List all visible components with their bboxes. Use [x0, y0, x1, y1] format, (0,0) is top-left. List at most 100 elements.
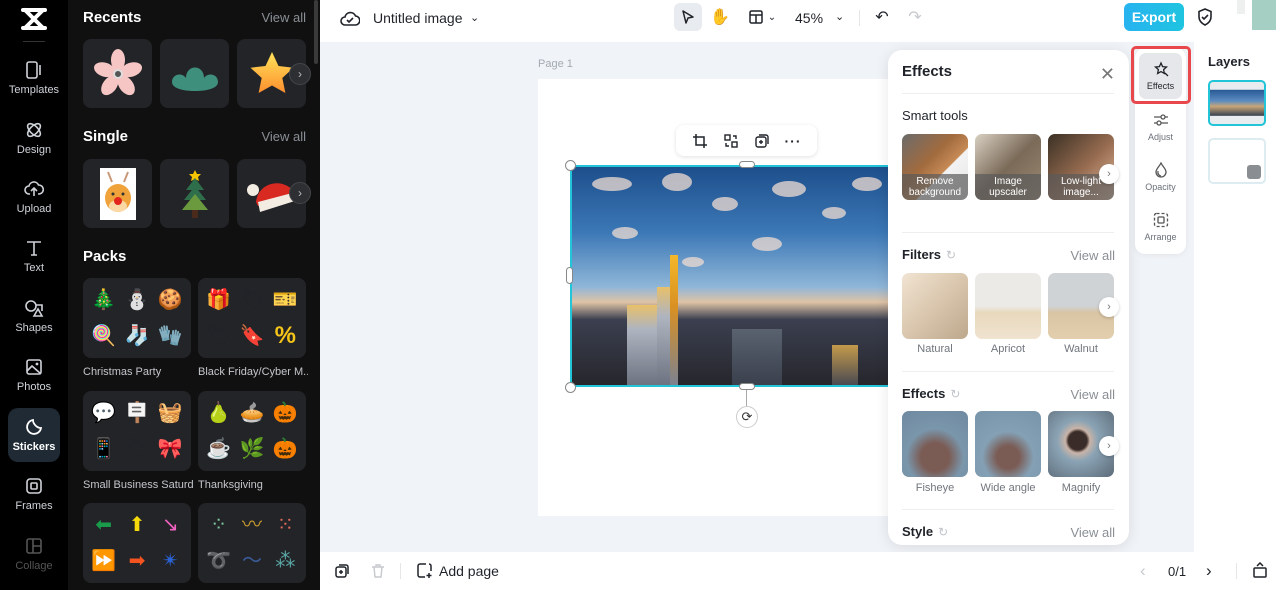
page-manager-button[interactable] [1252, 562, 1268, 578]
pack-glyph: 🎄 [91, 289, 117, 311]
filters-title: Filters ↻ [902, 247, 956, 262]
more-options-icon[interactable]: ··· [785, 133, 802, 149]
rotate-icon: ⟳ [741, 409, 753, 424]
tool-opacity[interactable]: Opacity [1139, 154, 1182, 200]
next-page-button[interactable]: › [1206, 561, 1212, 581]
shield-button[interactable] [1196, 8, 1214, 26]
layout-button[interactable]: ⌄ [744, 6, 780, 28]
pack-thanksgiving[interactable]: 🍐 🥧 🎃 ☕ 🌿 🎃 [198, 391, 306, 471]
zoom-level[interactable]: 45% [795, 10, 823, 26]
filter-apricot[interactable] [975, 273, 1041, 339]
sticker-flower[interactable] [83, 39, 152, 108]
resize-handle-bottom[interactable] [739, 383, 755, 390]
sticker-bush[interactable] [160, 39, 229, 108]
recents-next-button[interactable]: › [289, 63, 311, 85]
smart-tools-next-button[interactable]: › [1099, 164, 1119, 184]
tool-adjust[interactable]: Adjust [1139, 104, 1182, 150]
pack-arrows[interactable]: ⬅ ⬆ ↘ ⏩ ➡ ✴ [83, 503, 191, 583]
reset-icon[interactable]: ↻ [938, 525, 948, 539]
recents-view-all[interactable]: View all [261, 10, 306, 25]
selected-image[interactable] [570, 165, 900, 387]
smart-tool-image-upscaler[interactable]: Image upscaler [975, 134, 1041, 200]
title-dropdown-icon[interactable]: ⌄ [470, 11, 479, 24]
sticker-christmas-tree[interactable] [160, 159, 229, 228]
layer-background[interactable] [1208, 138, 1266, 184]
single-view-all[interactable]: View all [261, 129, 306, 144]
close-icon[interactable]: ✕ [1100, 64, 1115, 85]
rail-item-stickers[interactable]: Stickers [8, 408, 60, 462]
stickers-icon [26, 418, 43, 435]
filter-natural[interactable] [902, 273, 968, 339]
duplicate-page-icon [335, 564, 349, 578]
single-next-button[interactable]: › [289, 182, 311, 204]
redo-icon: ↷ [908, 9, 922, 26]
rail-label: Stickers [12, 441, 56, 453]
export-button[interactable]: Export [1124, 3, 1184, 31]
filters-view-all[interactable]: View all [1070, 248, 1115, 263]
zoom-dropdown-icon[interactable]: ⌄ [835, 10, 844, 23]
document-title[interactable]: Untitled image [373, 10, 463, 26]
pack-christmas-party[interactable]: 🎄 ⛄ 🍪 🍭 🧦 🧤 [83, 278, 191, 358]
select-tool-button[interactable] [674, 3, 702, 31]
layers-title: Layers [1208, 54, 1250, 69]
effect-label: Fisheye [915, 482, 955, 494]
filter-label: Apricot [990, 343, 1026, 355]
pack-black-friday[interactable]: 🎁 🏷 🎫 🏷 🔖 % [198, 278, 306, 358]
page-label: Page 1 [538, 58, 573, 70]
pack-glyph: 🍪 [157, 289, 183, 311]
pack-glyph: 〜 [241, 550, 262, 572]
hand-tool-button[interactable]: ✋ [709, 6, 731, 28]
crop-icon[interactable] [692, 133, 708, 149]
filters-next-button[interactable]: › [1099, 297, 1119, 317]
redo-button[interactable]: ↷ [905, 7, 925, 27]
filter-label: Natural [917, 343, 953, 355]
smart-tool-remove-background[interactable]: Remove background [902, 134, 968, 200]
rail-item-design[interactable]: Design [8, 112, 60, 164]
rail-item-templates[interactable]: Templates [8, 52, 60, 104]
resize-handle-bottom-left[interactable] [565, 382, 576, 393]
add-page-icon [417, 563, 432, 578]
reset-icon[interactable]: ↻ [946, 248, 956, 262]
tool-arrange[interactable]: Arrange [1139, 204, 1182, 250]
rail-item-upload[interactable]: Upload [8, 171, 60, 223]
add-page-button[interactable]: Add page [416, 562, 499, 579]
capcut-logo[interactable] [20, 6, 48, 32]
pack-small-business-saturday[interactable]: 💬 🪧 🧺 📱 🏷 🎀 [83, 391, 191, 471]
resize-handle-top[interactable] [739, 161, 755, 168]
style-view-all[interactable]: View all [1070, 525, 1115, 540]
templates-icon [26, 61, 41, 79]
duplicate-icon[interactable] [754, 133, 770, 149]
pack-glyph: ⛄ [124, 289, 150, 311]
effects-label: Effects [902, 386, 946, 401]
rotate-handle[interactable]: ⟳ [736, 406, 758, 428]
undo-button[interactable]: ↶ [872, 7, 892, 27]
prev-page-button[interactable]: ‹ [1140, 561, 1146, 581]
layer-image[interactable] [1208, 80, 1266, 126]
rail-item-text[interactable]: Text [8, 230, 60, 282]
panel-scrollbar[interactable] [314, 0, 318, 64]
effect-wide-angle[interactable] [975, 411, 1041, 477]
avatar[interactable] [1252, 0, 1276, 30]
resize-handle-top-left[interactable] [565, 160, 576, 171]
pack-glyph: 📱 [91, 438, 117, 460]
effect-fisheye[interactable] [902, 411, 968, 477]
rail-item-photos[interactable]: Photos [8, 349, 60, 401]
divider [902, 232, 1114, 233]
rail-item-frames[interactable]: Frames [8, 468, 60, 520]
sticker-reindeer[interactable] [83, 159, 152, 228]
effects-next-button[interactable]: › [1099, 436, 1119, 456]
bush-sticker-icon [171, 67, 218, 91]
duplicate-page-button[interactable] [334, 563, 350, 579]
divider [902, 509, 1114, 510]
resize-handle-left[interactable] [566, 267, 573, 284]
reset-icon[interactable]: ↻ [950, 387, 960, 401]
rail-item-collage[interactable]: Collage [8, 528, 60, 580]
effects-view-all[interactable]: View all [1070, 387, 1115, 402]
rail-label: Frames [15, 500, 53, 512]
rail-item-shapes[interactable]: Shapes [8, 290, 60, 342]
adjust-icon [1153, 114, 1168, 126]
delete-page-button[interactable] [370, 563, 386, 579]
pack-doodles[interactable]: ⁘ 〰 ⁙ ➰ 〜 ⁂ [198, 503, 306, 583]
pack-label: Christmas Party [83, 366, 162, 378]
replace-icon[interactable] [723, 133, 739, 149]
